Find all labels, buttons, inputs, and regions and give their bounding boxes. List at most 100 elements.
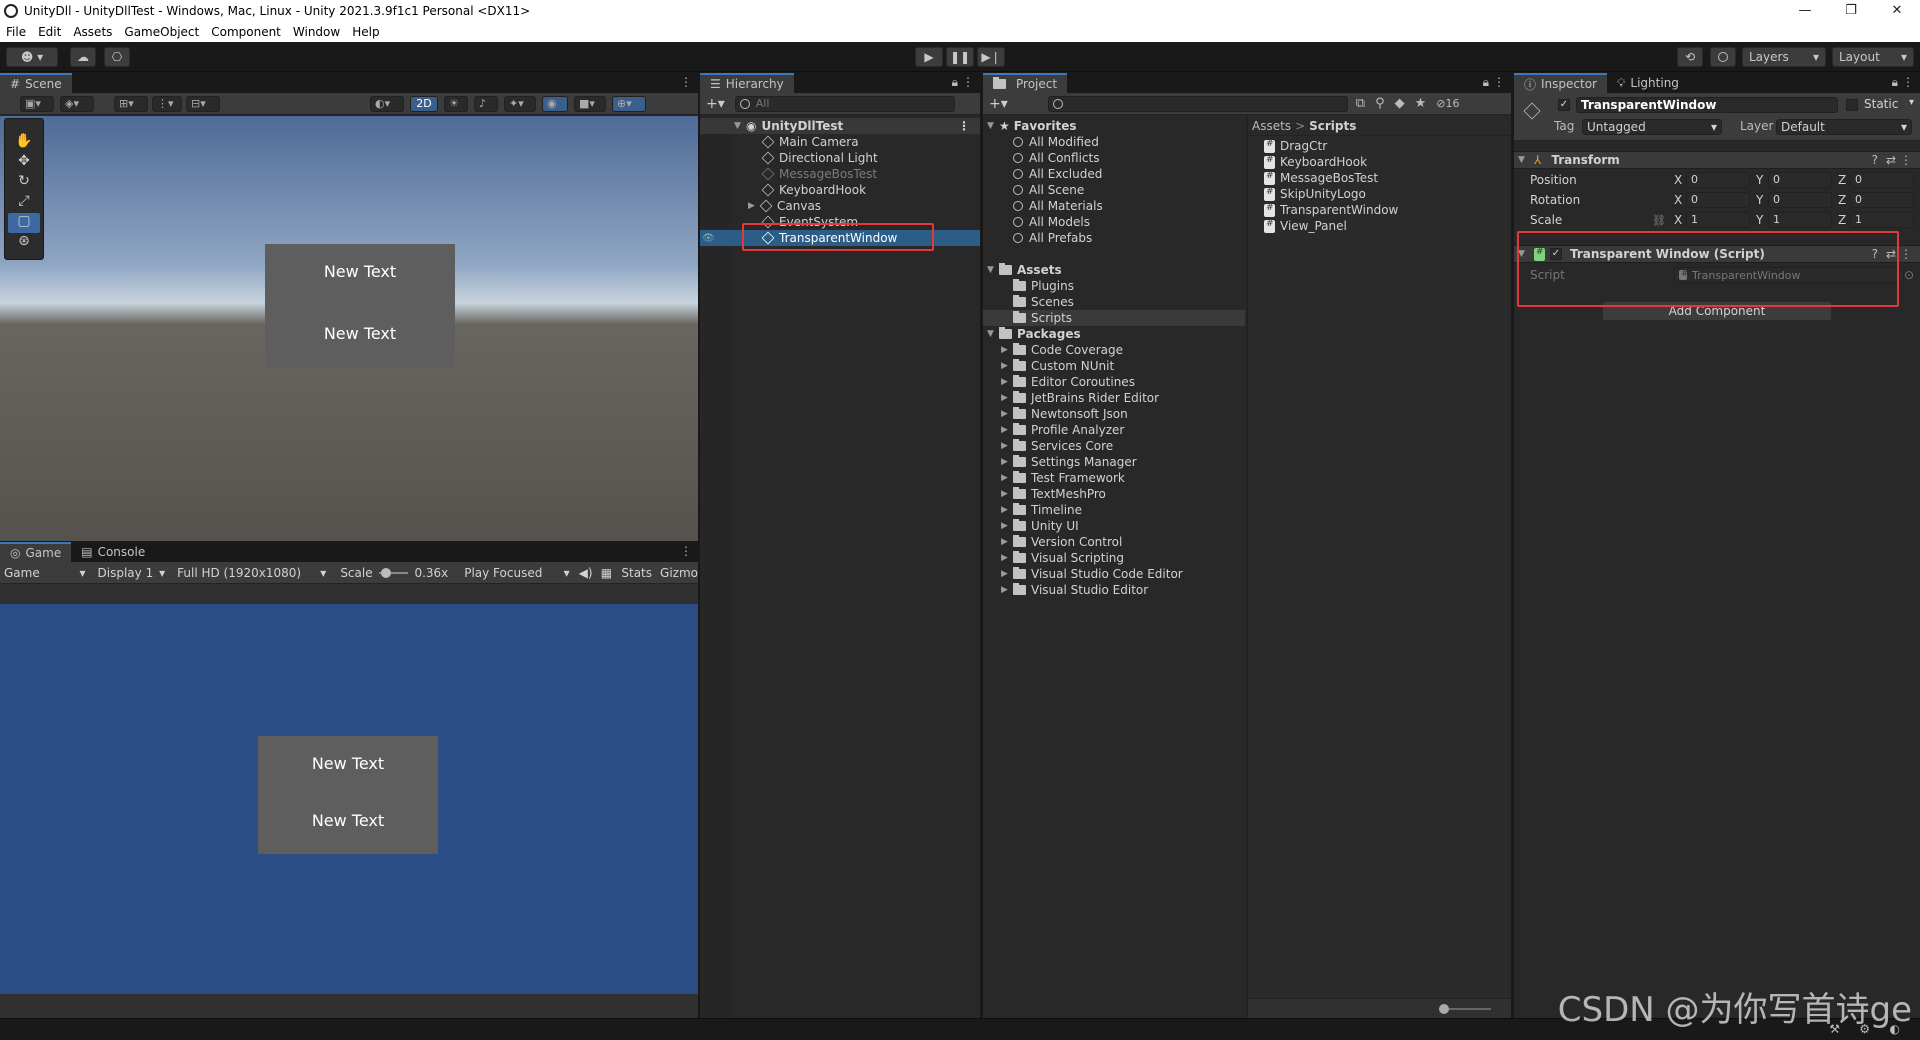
layers-dropdown[interactable]: Layers ▾	[1742, 47, 1826, 67]
object-name-input[interactable]: TransparentWindow	[1576, 97, 1838, 113]
display-dropdown[interactable]: Display 1 ▾	[90, 566, 170, 580]
package-folder[interactable]: ▶ Profile Analyzer	[983, 422, 1245, 438]
favorite-item[interactable]: All Prefabs	[983, 230, 1245, 246]
rect-tool-icon[interactable]: ▢	[8, 213, 40, 233]
expand-caret-icon[interactable]: ▶	[1001, 505, 1013, 515]
expand-caret-icon[interactable]: ▶	[1001, 489, 1013, 499]
script-file[interactable]: SkipUnityLogo	[1248, 186, 1511, 202]
transform-x-input[interactable]: 0	[1686, 192, 1750, 208]
script-file[interactable]: DragCtr	[1248, 138, 1511, 154]
mute-audio-icon[interactable]: ◀)	[576, 566, 596, 580]
favorite-item[interactable]: All Conflicts	[983, 150, 1245, 166]
menu-window[interactable]: Window	[287, 25, 346, 39]
align-dropdown[interactable]: ⊟▾	[186, 95, 220, 112]
shading-dropdown[interactable]: ◐▾	[370, 95, 404, 112]
hand-tool-icon[interactable]: ✋	[8, 133, 40, 153]
script-component-header[interactable]: ▼ ✓ Transparent Window (Script) ? ⇄ ⋮	[1514, 245, 1920, 263]
expand-caret-icon[interactable]: ▶	[1001, 553, 1013, 563]
package-folder[interactable]: ▶ Settings Manager	[983, 454, 1245, 470]
expand-caret-icon[interactable]: ▶	[1001, 569, 1013, 579]
pause-button[interactable]: ❚❚	[946, 47, 974, 67]
layout-dropdown[interactable]: Layout ▾	[1832, 47, 1914, 67]
expand-caret-icon[interactable]: ▶	[1001, 441, 1013, 451]
step-button[interactable]: ▶❘	[977, 47, 1005, 67]
package-folder[interactable]: ▶ Test Framework	[983, 470, 1245, 486]
packages-header[interactable]: ▼ Packages	[983, 326, 1245, 342]
package-folder[interactable]: ▶ TextMeshPro	[983, 486, 1245, 502]
transform-x-input[interactable]: 0	[1686, 172, 1750, 188]
increment-snap-dropdown[interactable]: ⋮▾	[152, 95, 182, 112]
game-viewport[interactable]: New Text New Text	[0, 604, 698, 994]
icon-size-slider[interactable]	[1439, 1004, 1491, 1014]
lock-icon[interactable]: 🔒︎	[1483, 75, 1489, 90]
expand-caret-icon[interactable]: ▶	[1001, 377, 1013, 387]
package-folder[interactable]: ▶ Editor Coroutines	[983, 374, 1245, 390]
kebab-menu-icon[interactable]: ⋮	[1900, 153, 1912, 167]
package-folder[interactable]: ▶ Newtonsoft Json	[983, 406, 1245, 422]
play-button[interactable]: ▶	[915, 47, 943, 67]
toggle-2d-button[interactable]: 2D	[410, 95, 438, 112]
create-dropdown[interactable]: +▾	[989, 96, 1008, 112]
effects-dropdown[interactable]: ✦▾	[504, 95, 536, 112]
minimize-button[interactable]: —	[1782, 0, 1828, 21]
package-folder[interactable]: ▶ Custom NUnit	[983, 358, 1245, 374]
asset-folder-plugins[interactable]: Plugins	[983, 278, 1245, 294]
gizmos-dropdown[interactable]: ⊕▾	[612, 95, 646, 112]
close-button[interactable]: ✕	[1874, 0, 1920, 21]
hierarchy-item-main-camera[interactable]: Main Camera	[700, 134, 980, 150]
grid-snap-dropdown[interactable]: ⊞▾	[114, 95, 148, 112]
game-target-dropdown[interactable]: Game ▾	[0, 566, 90, 580]
chevron-down-icon[interactable]: ▾	[1909, 97, 1914, 108]
favorite-item[interactable]: All Materials	[983, 198, 1245, 214]
expand-caret-icon[interactable]: ▼	[1518, 155, 1530, 165]
expand-caret-icon[interactable]: ▼	[987, 265, 999, 275]
expand-caret-icon[interactable]: ▶	[1001, 537, 1013, 547]
scene-root-row[interactable]: ▼ ◉ UnityDllTest ⋮	[700, 118, 980, 134]
transform-tool-icon[interactable]: ⊛	[8, 233, 40, 253]
persp-dropdown[interactable]: ◈▾	[60, 95, 94, 112]
audio-toggle[interactable]: ♪	[474, 95, 498, 112]
expand-caret-icon[interactable]: ▶	[1001, 393, 1013, 403]
package-folder[interactable]: ▶ Visual Studio Editor	[983, 582, 1245, 598]
assets-header[interactable]: ▼ Assets	[983, 262, 1245, 278]
expand-caret-icon[interactable]: ▶	[1001, 473, 1013, 483]
package-folder[interactable]: ▶ Visual Studio Code Editor	[983, 566, 1245, 582]
transform-y-input[interactable]: 1	[1768, 212, 1832, 228]
favorite-star-icon[interactable]: ★	[1415, 96, 1427, 111]
kebab-menu-icon[interactable]: ⋮	[1900, 247, 1912, 261]
tab-lighting[interactable]: 💡︎ Lighting	[1607, 73, 1689, 93]
scale-tool-icon[interactable]: ⤢	[8, 193, 40, 213]
static-checkbox[interactable]	[1846, 99, 1858, 111]
filter-label-icon[interactable]: ◆	[1395, 96, 1405, 111]
asset-folder-scenes[interactable]: Scenes	[983, 294, 1245, 310]
hidden-packages-toggle[interactable]: ⊘16	[1436, 97, 1459, 110]
expand-caret-icon[interactable]: ▶	[1001, 521, 1013, 531]
scale-slider[interactable]	[378, 567, 409, 578]
favorite-item[interactable]: All Excluded	[983, 166, 1245, 182]
expand-caret-icon[interactable]: ▼	[1518, 249, 1530, 259]
expand-caret-icon[interactable]: ▶	[1001, 425, 1013, 435]
expand-caret-icon[interactable]: ▼	[987, 121, 999, 131]
kebab-menu-icon[interactable]: ⋮	[962, 75, 974, 89]
script-file[interactable]: View_Panel	[1248, 218, 1511, 234]
kebab-menu-icon[interactable]: ⋮	[680, 75, 692, 89]
undo-history-button[interactable]: ⟲	[1677, 47, 1703, 67]
package-folder[interactable]: ▶ Version Control	[983, 534, 1245, 550]
hierarchy-item-keyboardhook[interactable]: KeyboardHook	[700, 182, 980, 198]
kebab-menu-icon[interactable]: ⋮	[1493, 75, 1505, 89]
camera-dropdown[interactable]: ■▾	[574, 95, 606, 112]
menu-file[interactable]: File	[0, 25, 32, 39]
kebab-menu-icon[interactable]: ⋮	[680, 544, 692, 558]
lock-icon[interactable]: 🔒︎	[1892, 75, 1898, 90]
menu-assets[interactable]: Assets	[67, 25, 118, 39]
collab-button[interactable]: ⎔	[104, 47, 130, 67]
lighting-toggle[interactable]: ☀	[444, 95, 468, 112]
tab-game[interactable]: ◎ Game	[0, 542, 72, 562]
expand-caret-icon[interactable]: ▼	[987, 329, 999, 339]
filter-type-icon[interactable]: ⚲	[1375, 96, 1385, 111]
maximize-button[interactable]: ❐	[1828, 0, 1874, 21]
hierarchy-item-messagebostest[interactable]: MessageBosTest	[700, 166, 980, 182]
expand-caret-icon[interactable]: ▶	[1001, 585, 1013, 595]
package-folder[interactable]: ▶ Services Core	[983, 438, 1245, 454]
visibility-eye-icon[interactable]: 👁︎	[702, 233, 715, 244]
